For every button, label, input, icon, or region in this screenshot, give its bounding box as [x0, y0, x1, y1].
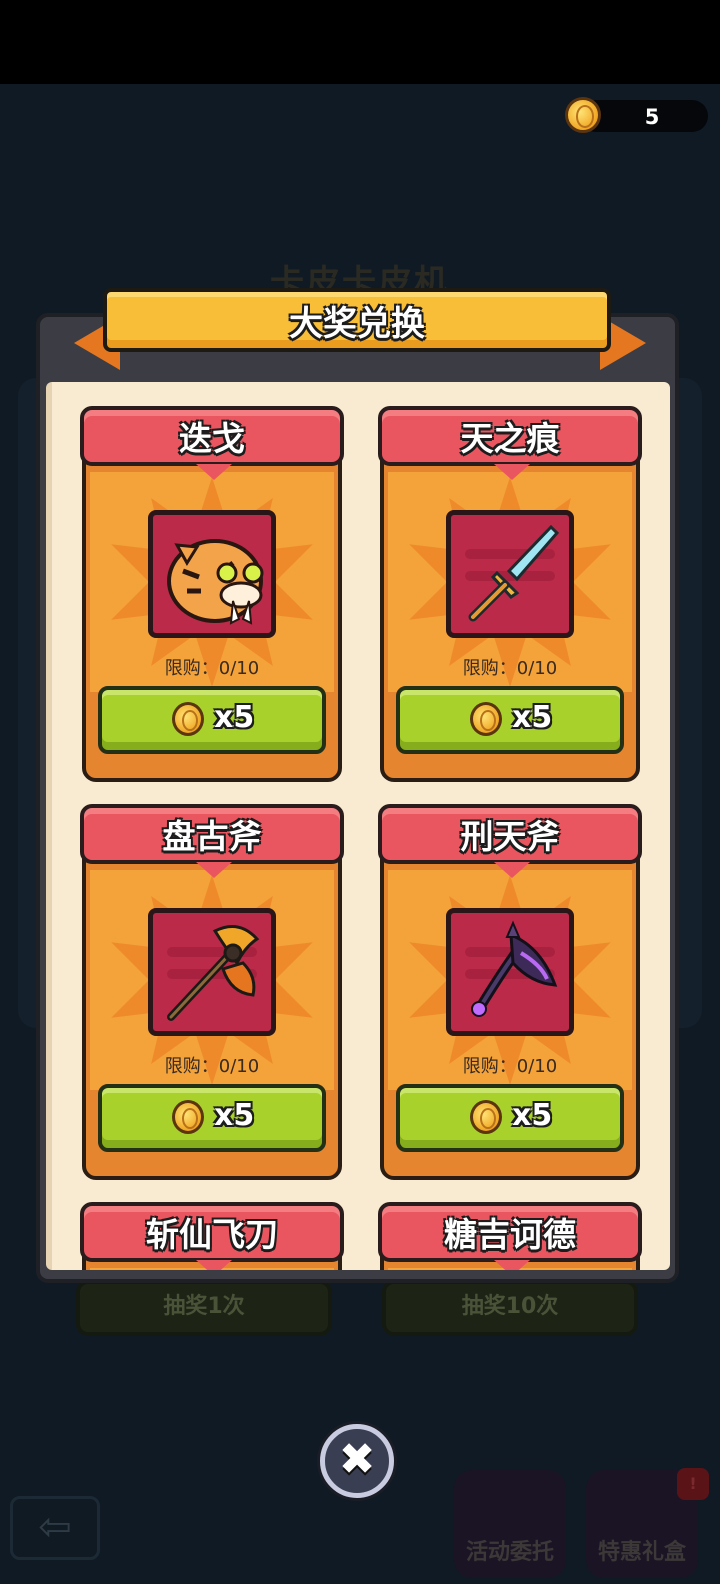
buy-button[interactable] — [396, 1084, 624, 1152]
purchase-limit: 限购：0/10 — [462, 1056, 558, 1077]
buy-button[interactable] — [98, 686, 326, 754]
tiger-walrus-pet-icon[interactable] — [148, 510, 276, 638]
gift-box-label: 特惠礼盒 — [597, 1540, 686, 1565]
item-cost: x5 — [512, 700, 553, 735]
item-cost: x5 — [512, 1098, 553, 1133]
exchange-list[interactable]: 迭戈 限购：0/10 x5 天之痕 限购：0/10 x5 盘古斧 限购：0/10… — [46, 382, 670, 1270]
item-name: 糖吉诃德 — [444, 1215, 576, 1254]
gold-coin-icon — [172, 702, 204, 736]
crystal-sword-icon[interactable] — [446, 510, 574, 638]
item-name: 迭戈 — [179, 419, 245, 458]
purchase-limit: 限购：0/10 — [462, 658, 558, 679]
gold-coin-icon — [470, 1100, 502, 1134]
modal-title: 大奖兑换 — [289, 304, 425, 344]
purchase-limit: 限购：0/10 — [164, 658, 260, 679]
background-draw-once-button: 抽奖1次 — [76, 1280, 332, 1336]
item-name: 斩仙飞刀 — [146, 1215, 278, 1254]
item-name: 盘古斧 — [162, 817, 262, 856]
back-arrow-icon[interactable]: ⇦ — [10, 1496, 100, 1560]
background-draw-ten-button: 抽奖10次 — [382, 1280, 638, 1336]
notification-badge: ! — [677, 1468, 709, 1500]
purchase-limit: 限购：0/10 — [164, 1056, 260, 1077]
gold-coin-icon — [565, 97, 601, 133]
buy-button[interactable] — [98, 1084, 326, 1152]
gold-coin-icon — [470, 702, 502, 736]
coin-balance-value: 5 — [644, 105, 660, 129]
tasks-menu-label: 活动委托 — [465, 1540, 554, 1565]
item-cost: x5 — [214, 700, 255, 735]
item-cost: x5 — [214, 1098, 255, 1133]
status-bar — [0, 0, 720, 84]
buy-button[interactable] — [396, 686, 624, 754]
golden-axe-icon[interactable] — [148, 908, 276, 1036]
close-icon[interactable]: ✖ — [320, 1424, 394, 1498]
purple-axe-icon[interactable] — [446, 908, 574, 1036]
gold-coin-icon — [172, 1100, 204, 1134]
item-name: 天之痕 — [460, 419, 560, 458]
item-name: 刑天斧 — [460, 817, 560, 856]
